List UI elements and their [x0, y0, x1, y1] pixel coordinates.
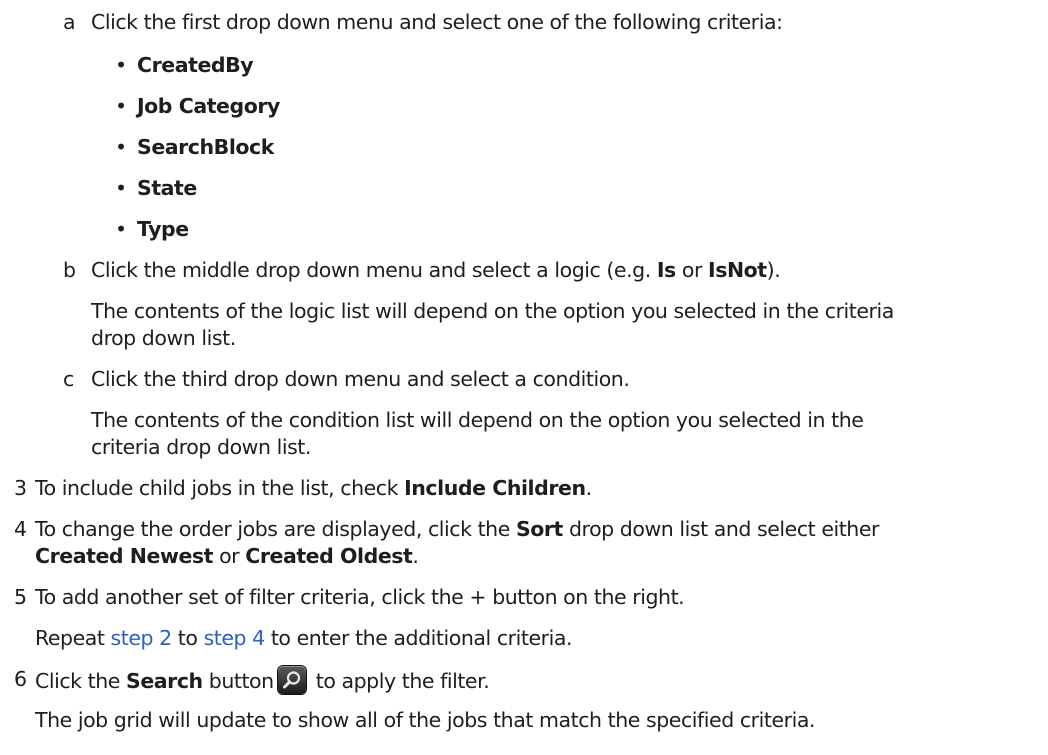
- substep-b-note-cont: drop down list.: [91, 326, 236, 350]
- substep-b-text: Click the middle drop down menu and sele…: [91, 258, 781, 282]
- step-number-6: 6: [14, 667, 27, 691]
- step-5-text: To add another set of filter criteria, c…: [35, 585, 685, 609]
- substep-a-text: Click the first drop down menu and selec…: [91, 10, 783, 34]
- substep-marker-c: c: [63, 367, 74, 391]
- bullet-icon: •: [115, 217, 127, 241]
- criteria-item: CreatedBy: [137, 53, 254, 77]
- substep-b-note: The contents of the logic list will depe…: [91, 299, 894, 323]
- step-6-text: Click the Search button to apply the fil…: [35, 666, 490, 694]
- substep-c-text: Click the third drop down menu and selec…: [91, 367, 630, 391]
- step-3-text: To include child jobs in the list, check…: [35, 476, 592, 500]
- criteria-item: SearchBlock: [137, 135, 274, 159]
- step-number-4: 4: [14, 517, 27, 541]
- bullet-icon: •: [115, 176, 127, 200]
- bullet-icon: •: [115, 94, 127, 118]
- substep-c-note: The contents of the condition list will …: [91, 408, 864, 432]
- criteria-item: Type: [137, 217, 189, 241]
- bullet-icon: •: [115, 53, 127, 77]
- substep-marker-a: a: [63, 10, 76, 34]
- substep-marker-b: b: [63, 258, 76, 282]
- step-6-result: The job grid will update to show all of …: [35, 708, 816, 732]
- step-2-link[interactable]: step 2: [111, 626, 173, 650]
- step-number-5: 5: [14, 585, 27, 609]
- substep-c-note-cont: criteria drop down list.: [91, 435, 311, 459]
- step-5-repeat: Repeat step 2 to step 4 to enter the add…: [35, 626, 573, 650]
- search-button[interactable]: [277, 666, 306, 694]
- search-magnifier-icon: [282, 671, 300, 689]
- step-number-3: 3: [14, 476, 27, 500]
- step-4-text: To change the order jobs are displayed, …: [35, 517, 879, 541]
- criteria-item: Job Category: [137, 94, 280, 118]
- criteria-item: State: [137, 176, 197, 200]
- step-4-text-cont: Created Newest or Created Oldest.: [35, 544, 419, 568]
- step-4-link[interactable]: step 4: [204, 626, 266, 650]
- bullet-icon: •: [115, 135, 127, 159]
- document-page: a Click the first drop down menu and sel…: [0, 0, 1048, 755]
